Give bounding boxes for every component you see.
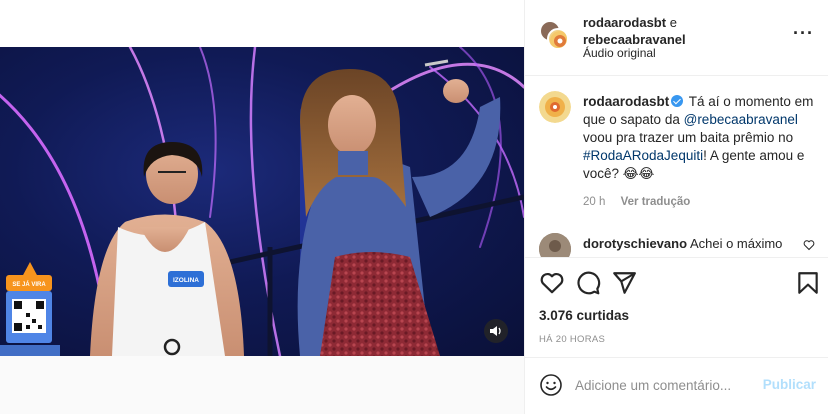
media-top-margin xyxy=(0,0,524,47)
collab-avatars[interactable] xyxy=(539,20,571,52)
hashtag-link[interactable]: #RodaARodaJequiti xyxy=(583,148,703,163)
author1-link[interactable]: rodaarodasbt xyxy=(583,15,666,30)
share-send-icon[interactable] xyxy=(611,270,637,296)
caption-username[interactable]: rodaarodasbt xyxy=(583,94,669,109)
mute-button[interactable] xyxy=(484,319,508,343)
post-timestamp[interactable]: HÁ 20 HORAS xyxy=(539,334,605,345)
publish-button[interactable]: Publicar xyxy=(763,377,816,392)
author-conjunction: e xyxy=(669,15,677,30)
like-heart-icon[interactable] xyxy=(539,270,565,296)
caption-area: rodaarodasbt Tá aí o momento em que o sa… xyxy=(525,77,828,257)
show-logo-icon xyxy=(550,31,567,48)
comment-avatar[interactable] xyxy=(539,233,571,257)
caption-text-2: voou pra trazer um baita prêmio no xyxy=(583,130,794,145)
comment-bubble-icon[interactable] xyxy=(575,270,601,296)
caption-time[interactable]: 20 h xyxy=(583,196,605,208)
name-tag: IZOLINA xyxy=(173,277,199,284)
caption-meta: 20 h Ver tradução xyxy=(583,196,702,208)
comment-compose: Publicar xyxy=(525,357,828,414)
more-horizontal-icon[interactable]: ··· xyxy=(793,24,814,42)
translate-link[interactable]: Ver tradução xyxy=(621,196,691,208)
qr-badge-text: SE JÁ VIRA xyxy=(12,281,46,288)
author-names: rodaarodasbt e rebecaabravanel xyxy=(583,14,686,48)
comment-username[interactable]: dorotyschievano xyxy=(583,236,687,251)
video-player[interactable]: SE JÁ VIRA IZOLINA xyxy=(0,47,524,356)
caption-text: rodaarodasbt Tá aí o momento em que o sa… xyxy=(583,93,815,183)
post-header: rodaarodasbt e rebecaabravanel Áudio ori… xyxy=(525,0,828,76)
post-details-pane: rodaarodasbt e rebecaabravanel Áudio ori… xyxy=(525,0,828,414)
comment-text: dorotyschievano Achei o máximo xyxy=(583,236,782,251)
verified-badge-icon xyxy=(671,95,684,107)
avatar-rodaarodasbt[interactable] xyxy=(547,28,569,50)
speaker-icon xyxy=(490,326,501,336)
comment-like-heart-icon[interactable] xyxy=(803,239,815,251)
bookmark-icon[interactable] xyxy=(795,270,821,296)
comment-input[interactable] xyxy=(575,374,755,396)
name-tag-text: IZOLINA xyxy=(173,277,199,284)
mention-link[interactable]: @rebecaabravanel xyxy=(684,112,798,127)
emoji-icon[interactable] xyxy=(539,373,563,397)
author2-link[interactable]: rebecaabravanel xyxy=(583,32,686,47)
user-photo-icon xyxy=(539,233,571,257)
comment-item: dorotyschievano Achei o máximo xyxy=(539,233,828,257)
audio-link[interactable]: Áudio original xyxy=(583,46,656,60)
caption-avatar[interactable] xyxy=(539,91,571,123)
comment-body: Achei o máximo xyxy=(689,236,783,251)
qr-badge-label: SE JÁ VIRA xyxy=(12,281,46,288)
actions-bar: 3.076 curtidas HÁ 20 HORAS xyxy=(525,257,828,357)
media-pane: SE JÁ VIRA IZOLINA xyxy=(0,0,524,414)
likes-count[interactable]: 3.076 curtidas xyxy=(539,308,629,323)
contestant-figure xyxy=(90,142,244,356)
show-logo-icon xyxy=(539,91,571,123)
media-bottom-margin xyxy=(0,356,524,414)
video-frame xyxy=(0,47,524,356)
